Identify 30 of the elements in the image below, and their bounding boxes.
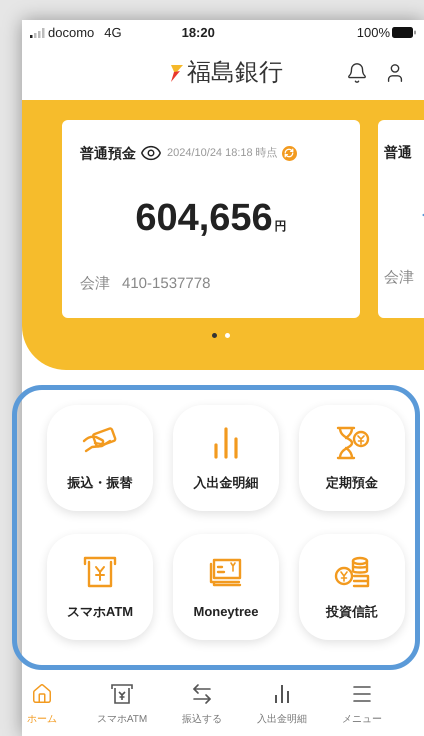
- menu-tile[interactable]: 定期預金: [299, 405, 405, 511]
- account-card[interactable]: 普通預金 2024/10/24 18:18 時点 604,656 円 会津 410-1537778: [62, 120, 360, 318]
- nav-tab[interactable]: メニュー: [322, 672, 402, 727]
- account-number: 410-1537778: [122, 274, 210, 294]
- notification-bell-icon[interactable]: [346, 62, 368, 84]
- menu-tile[interactable]: 投資信託: [299, 534, 405, 640]
- menu-tile[interactable]: 振込・振替: [47, 405, 153, 511]
- menu-tile[interactable]: Moneytree: [173, 534, 279, 640]
- account-card[interactable]: 普通 会津: [378, 120, 424, 318]
- branch-name: 会津: [384, 268, 415, 288]
- home-icon: [31, 683, 53, 705]
- currency-unit: 円: [274, 218, 287, 235]
- clock-time: 18:20: [182, 24, 215, 42]
- account-type: 普通預金: [80, 144, 136, 163]
- nav-tab[interactable]: スマホATM: [82, 672, 162, 727]
- battery-percent: 100%: [356, 24, 390, 42]
- account-type: 普通: [384, 143, 413, 162]
- atm-icon: [110, 683, 134, 705]
- menu-tile[interactable]: 入出金明細: [173, 405, 279, 511]
- battery-icon: [392, 27, 416, 38]
- balance-amount: 604,656: [135, 196, 273, 241]
- balance-timestamp: 2024/10/24 18:18 時点: [167, 146, 278, 161]
- branch-name: 会津: [80, 274, 110, 294]
- nav-tab[interactable]: 入出金明細: [242, 672, 322, 727]
- carrier-name: docomo: [48, 24, 94, 42]
- nav-tab[interactable]: 振込する: [162, 672, 242, 727]
- network-type: 4G: [104, 24, 122, 42]
- signal-icon: [30, 28, 46, 38]
- bank-name: 福島銀行: [187, 58, 283, 88]
- menu-tile[interactable]: スマホATM: [47, 534, 153, 640]
